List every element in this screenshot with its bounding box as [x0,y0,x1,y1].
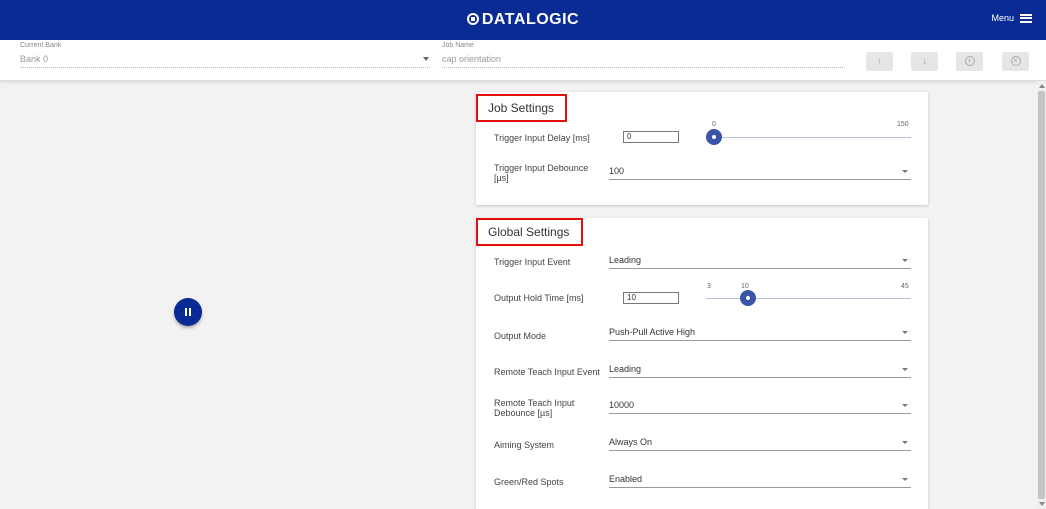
trigger-input-event-label: Trigger Input Event [494,257,571,267]
trigger-delay-slider-min: 0 [712,121,716,128]
chevron-down-icon [902,170,908,173]
output-hold-time-label: Output Hold Time [ms] [494,293,584,303]
remote-teach-input-event-value: Leading [609,364,642,374]
add-job-button[interactable]: + [956,52,983,71]
green-red-spots-label: Green/Red Spots [494,477,564,487]
aiming-system-value: Always On [609,437,653,447]
output-hold-time-input[interactable]: 10 [623,292,679,304]
current-bank-underline [20,67,430,68]
job-name-underline [442,67,845,68]
output-hold-slider-max: 45 [901,283,909,290]
trigger-input-delay-label: Trigger Input Delay [ms] [494,133,590,143]
output-mode-value: Push-Pull Active High [609,327,696,337]
remove-job-button[interactable]: × [1002,52,1029,71]
remote-teach-input-debounce-select[interactable]: 10000 [609,398,911,414]
scrollbar-thumb[interactable] [1038,91,1045,499]
global-settings-title: Global Settings [476,218,583,246]
top-bar: DATALOGIC Menu [0,0,1046,40]
menu-button[interactable]: Menu [991,13,1032,23]
move-up-button[interactable]: ↑ [866,52,893,71]
chevron-down-icon [902,478,908,481]
add-circle-icon: + [964,56,975,67]
aiming-system-select[interactable]: Always On [609,435,911,451]
output-hold-slider-min: 3 [707,283,711,290]
remove-circle-icon: × [1010,56,1021,67]
remote-teach-input-event-label: Remote Teach Input Event [494,367,600,377]
green-red-spots-select[interactable]: Enabled [609,472,911,488]
job-settings-title: Job Settings [476,94,567,122]
remote-teach-input-debounce-value: 10000 [609,400,635,410]
current-bank-select[interactable]: Bank 0 [20,54,48,64]
chevron-down-icon [902,404,908,407]
green-red-spots-value: Enabled [609,474,643,484]
remote-teach-input-event-select[interactable]: Leading [609,362,911,378]
chevron-down-icon [902,331,908,334]
trigger-input-delay-input[interactable]: 0 [623,131,679,143]
chevron-down-icon[interactable] [423,57,429,61]
scroll-up-arrow-icon[interactable] [1039,84,1045,88]
remote-teach-input-debounce-label: Remote Teach Input Debounce [µs] [494,398,575,418]
trigger-input-event-select[interactable]: Leading [609,253,911,269]
output-hold-slider-current: 10 [741,283,749,290]
logo-text: DATALOGIC [481,11,580,28]
output-mode-label: Output Mode [494,331,547,341]
output-hold-slider-track[interactable] [706,298,911,299]
trigger-input-event-value: Leading [609,255,642,265]
arrow-up-icon: ↑ [877,56,882,67]
move-down-button[interactable]: ↓ [911,52,938,71]
datalogic-logo: DATALOGIC [0,11,1046,29]
pause-button[interactable] [174,298,202,326]
trigger-delay-slider-max: 150 [897,121,909,128]
chevron-down-icon [902,441,908,444]
chevron-down-icon [902,259,908,262]
current-bank-label: Current Bank [20,42,62,49]
scroll-down-arrow-icon[interactable] [1039,502,1045,506]
menu-label: Menu [991,13,1014,23]
trigger-input-debounce-select[interactable]: 100 [609,164,911,180]
aiming-system-label: Aiming System [494,440,555,450]
logo-mark-icon [466,13,479,25]
arrow-down-icon: ↓ [922,56,927,67]
hamburger-icon [1020,13,1032,23]
chevron-down-icon [902,368,908,371]
trigger-delay-slider-thumb[interactable] [706,129,722,145]
output-mode-select[interactable]: Push-Pull Active High [609,325,911,341]
trigger-delay-slider-track[interactable] [706,137,911,138]
trigger-input-debounce-label: Trigger Input Debounce [µs] [494,163,589,183]
job-name-input[interactable]: cap orientation [442,54,501,64]
job-name-label: Job Name [442,42,474,49]
trigger-input-debounce-value: 100 [609,166,625,176]
